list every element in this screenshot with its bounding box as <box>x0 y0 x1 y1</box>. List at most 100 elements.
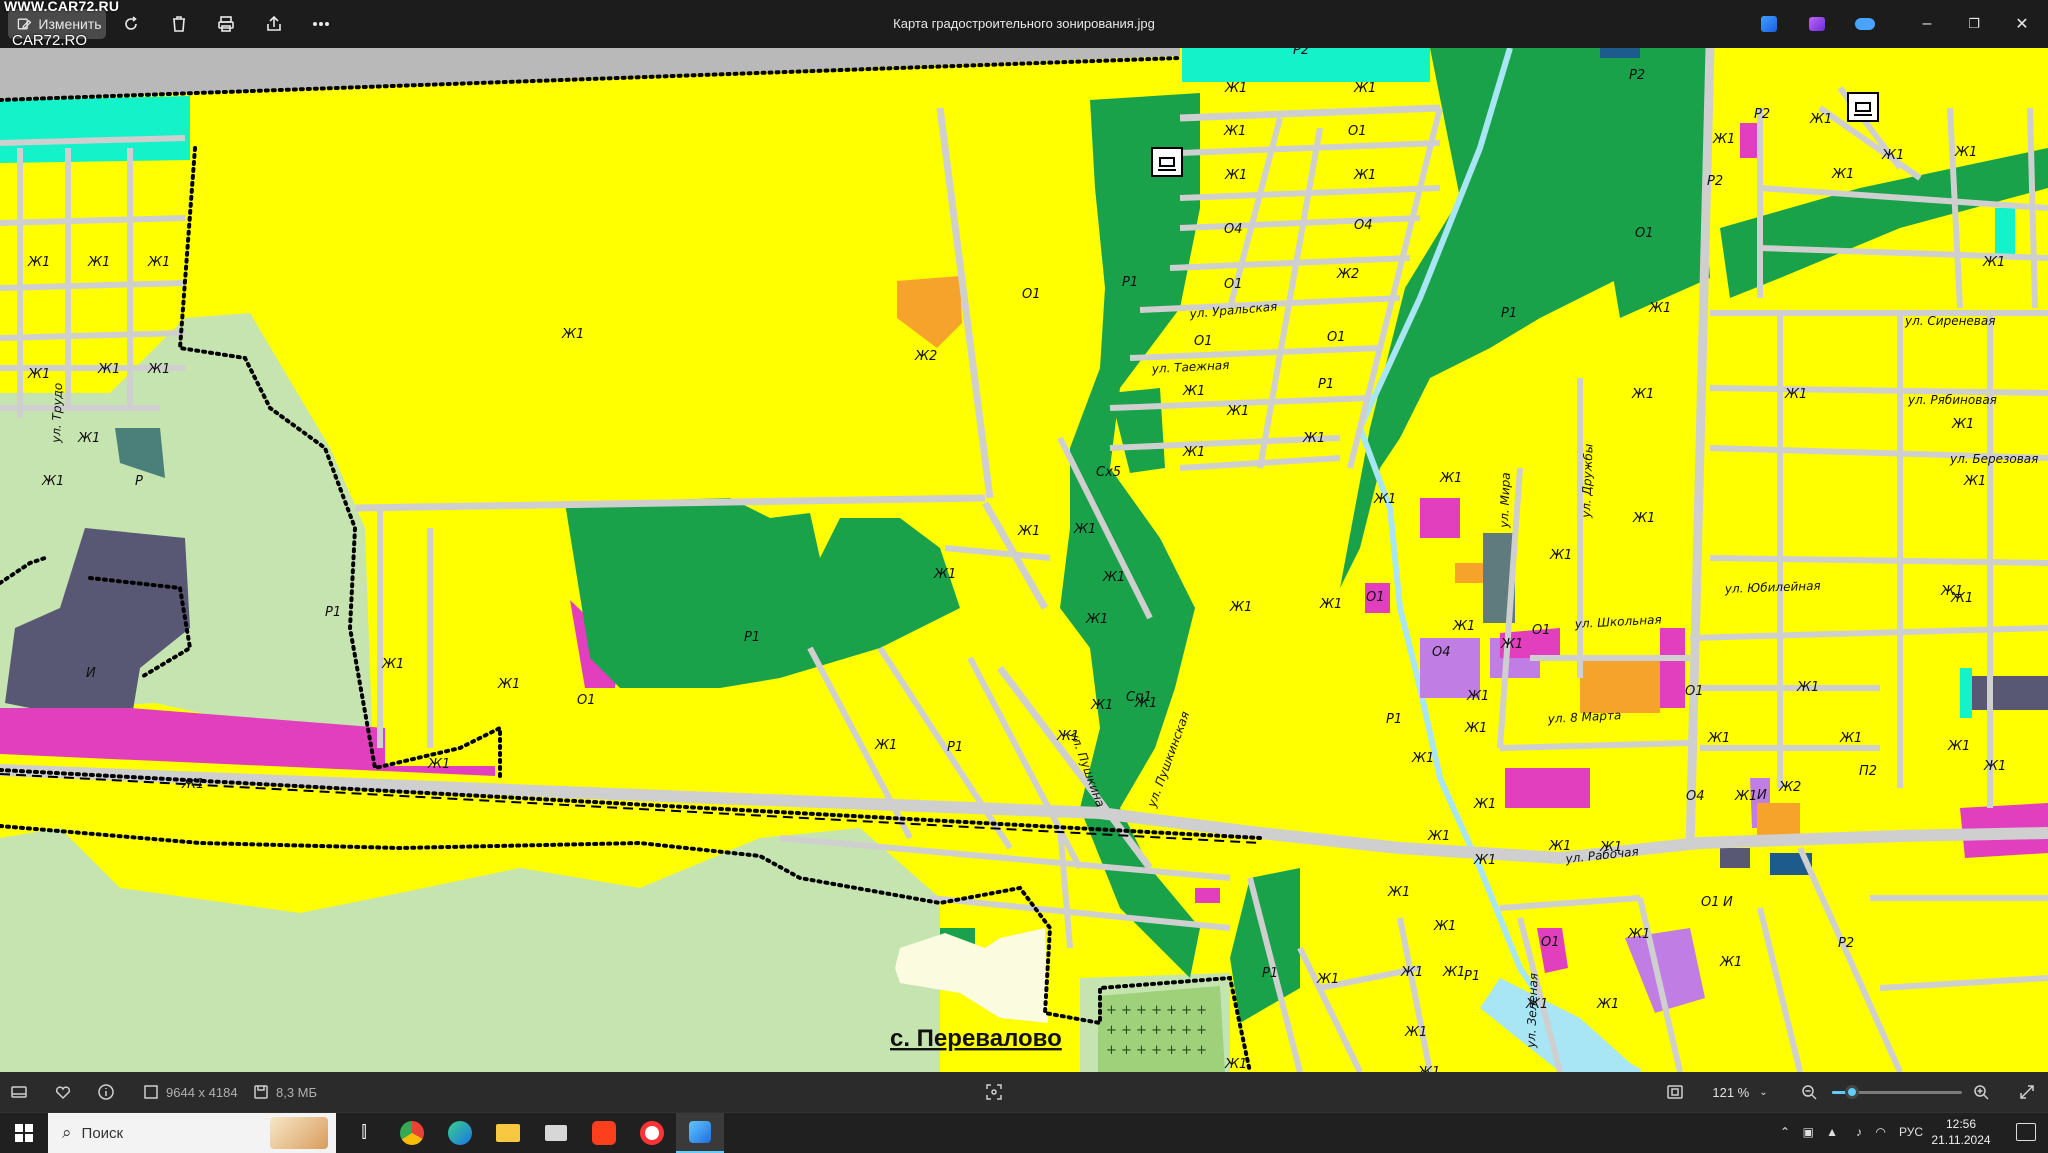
chevron-down-icon: ⌄ <box>1759 1086 1768 1098</box>
share-button[interactable] <box>255 0 293 48</box>
zone-label: О1 <box>1532 623 1551 638</box>
zone-label: Р2 <box>1754 107 1770 122</box>
favorite-button[interactable] <box>54 1072 72 1112</box>
zone-label: Р2 <box>1629 68 1645 83</box>
rotate-icon <box>125 16 137 30</box>
filmstrip-button[interactable] <box>10 1072 28 1112</box>
zone-label: Ж1 <box>427 757 450 772</box>
zone-label: Ж1 <box>1085 612 1108 627</box>
photos-button[interactable] <box>676 1113 724 1153</box>
zone-label: Ж1 <box>1954 145 1977 160</box>
taskbar-search[interactable]: ⌕ Поиск <box>48 1113 336 1153</box>
zone-label: Ж1 <box>1596 997 1619 1012</box>
zoom-slider-thumb[interactable] <box>1844 1085 1859 1099</box>
photos-icon <box>689 1121 711 1143</box>
zone-label: О4 <box>1224 222 1243 237</box>
yandex-browser-button[interactable] <box>628 1113 676 1153</box>
task-view-button[interactable]: ⫿ <box>340 1113 388 1153</box>
fullscreen-button[interactable] <box>2018 1072 2036 1112</box>
edge-button[interactable] <box>436 1113 484 1153</box>
restore-icon: ❐ <box>1968 16 1980 31</box>
minimize-button[interactable]: – <box>1903 0 1951 48</box>
zone-label: П2 <box>1859 764 1877 779</box>
zone-label: Ж1 <box>41 474 64 489</box>
zone-label: Р1 <box>744 630 760 645</box>
o1-zone <box>1420 498 1460 538</box>
zone-label: Ж1 <box>1373 492 1396 507</box>
zone-label: Ж1 <box>1134 696 1157 711</box>
volume-icon[interactable]: ♪ <box>1856 1125 1862 1139</box>
zone-label: Ж1 <box>1881 148 1904 163</box>
landmark-icon <box>1151 147 1183 177</box>
zone-label: О1 <box>577 693 596 708</box>
zone-label: Ж1 <box>1950 591 1973 606</box>
zoom-in-button[interactable] <box>1972 1072 1990 1112</box>
zone-label: О1 <box>1348 124 1367 139</box>
language-indicator[interactable]: РУС <box>1899 1125 1923 1139</box>
yandex-button[interactable] <box>580 1113 628 1153</box>
file-size-text: 8,3 МБ <box>276 1084 318 1100</box>
network-icon[interactable]: ▣ <box>1803 1125 1814 1139</box>
street-label: ул. Трудо <box>49 383 65 445</box>
zone-label: Ж1 <box>181 777 204 792</box>
zone-label: Ж1 <box>1500 637 1523 652</box>
zone-label: Сх5 <box>1096 465 1121 480</box>
edge-icon <box>448 1121 472 1145</box>
zone-label: О1 <box>1194 334 1213 349</box>
zone-label: Ж2 <box>914 349 937 364</box>
zone-label: О1 <box>1224 277 1243 292</box>
zone-label: О4 <box>1354 218 1373 233</box>
print-button[interactable] <box>207 0 245 48</box>
r2-zone <box>1995 208 2015 258</box>
street-label: ул. Зеленая <box>1524 973 1541 1049</box>
svg-text:+ + + + + + +: + + + + + + + <box>1106 1023 1207 1038</box>
map-canvas[interactable]: + + + + + + + + + + + + + + + + + + + + … <box>0 48 2048 1072</box>
close-button[interactable]: ✕ <box>1998 0 2046 48</box>
clipchamp-button[interactable] <box>1793 0 1841 48</box>
meet-icon[interactable]: ▲ <box>1826 1125 1838 1139</box>
onedrive-button[interactable] <box>1841 0 1889 48</box>
clipchamp-icon <box>1809 17 1825 31</box>
zone-label: Ж1 <box>1411 751 1434 766</box>
rotate-button[interactable] <box>112 0 150 48</box>
o1-zone <box>1660 628 1685 708</box>
zone-label: Ж1 <box>1353 81 1376 96</box>
zone-label: Ж1 <box>1224 1057 1247 1072</box>
street-label: ул. Березовая <box>1949 452 2038 466</box>
zone-label: Ж1 <box>1073 522 1096 537</box>
clock[interactable]: 12:56 21.11.2024 <box>1926 1116 1996 1148</box>
wifi-icon[interactable]: ◠ <box>1876 1125 1886 1139</box>
heart-icon <box>54 1083 72 1101</box>
zone-label: Р2 <box>1707 174 1723 189</box>
notification-icon[interactable] <box>2016 1123 2036 1141</box>
edit-button-label: Изменить <box>38 16 102 32</box>
explorer-button[interactable] <box>484 1113 532 1153</box>
crop-button[interactable] <box>985 1072 1003 1112</box>
search-highlight-image <box>270 1117 328 1149</box>
svg-text:+ + + + + + +: + + + + + + + <box>1106 1003 1207 1018</box>
sp1-pattern: + + + + + + + + + + + + + + + + + + + + … <box>1106 1003 1207 1058</box>
zoom-out-button[interactable] <box>1800 1072 1818 1112</box>
zoom-slider[interactable] <box>1832 1085 1962 1099</box>
industrial-zone <box>1600 48 1640 58</box>
chevron-up-icon[interactable]: ⌃ <box>1780 1125 1790 1139</box>
taskbar: ⌕ Поиск ⫿ ⌃ ▣ ▲ ♪ ◠ РУС 12:56 21.11.2024 <box>0 1112 2048 1153</box>
photo-app-button[interactable] <box>1745 0 1793 48</box>
fit-to-window-button[interactable] <box>1666 1072 1684 1112</box>
info-button[interactable] <box>97 1072 115 1112</box>
zone-label: Ж1 <box>1473 797 1496 812</box>
restore-button[interactable]: ❐ <box>1950 0 1998 48</box>
more-button[interactable] <box>302 0 340 48</box>
file-size: 8,3 МБ <box>252 1072 317 1112</box>
zoom-dropdown[interactable]: 121 % ⌄ <box>1700 1078 1780 1106</box>
chrome-button[interactable] <box>388 1113 436 1153</box>
start-button[interactable] <box>0 1113 48 1153</box>
zone-label: Ж1 <box>1648 301 1671 316</box>
zone-label: Ж1 <box>1809 112 1832 127</box>
zone-label: О1 <box>1022 287 1041 302</box>
delete-button[interactable] <box>160 0 198 48</box>
photo-app-icon <box>1761 16 1777 32</box>
zone-label: И <box>86 666 96 681</box>
zone-label: Ж1 <box>561 327 584 342</box>
terminal-button[interactable] <box>532 1113 580 1153</box>
